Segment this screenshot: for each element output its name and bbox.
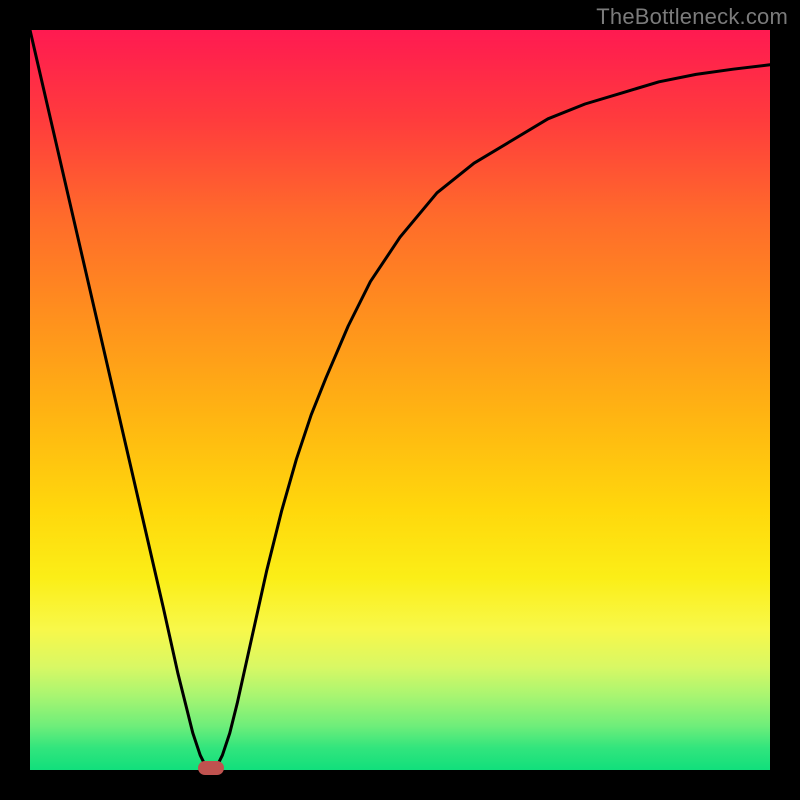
- optimal-point-marker: [198, 761, 224, 775]
- watermark-text: TheBottleneck.com: [596, 4, 788, 30]
- chart-frame: TheBottleneck.com: [0, 0, 800, 800]
- bottleneck-curve: [30, 30, 770, 770]
- plot-area: [30, 30, 770, 770]
